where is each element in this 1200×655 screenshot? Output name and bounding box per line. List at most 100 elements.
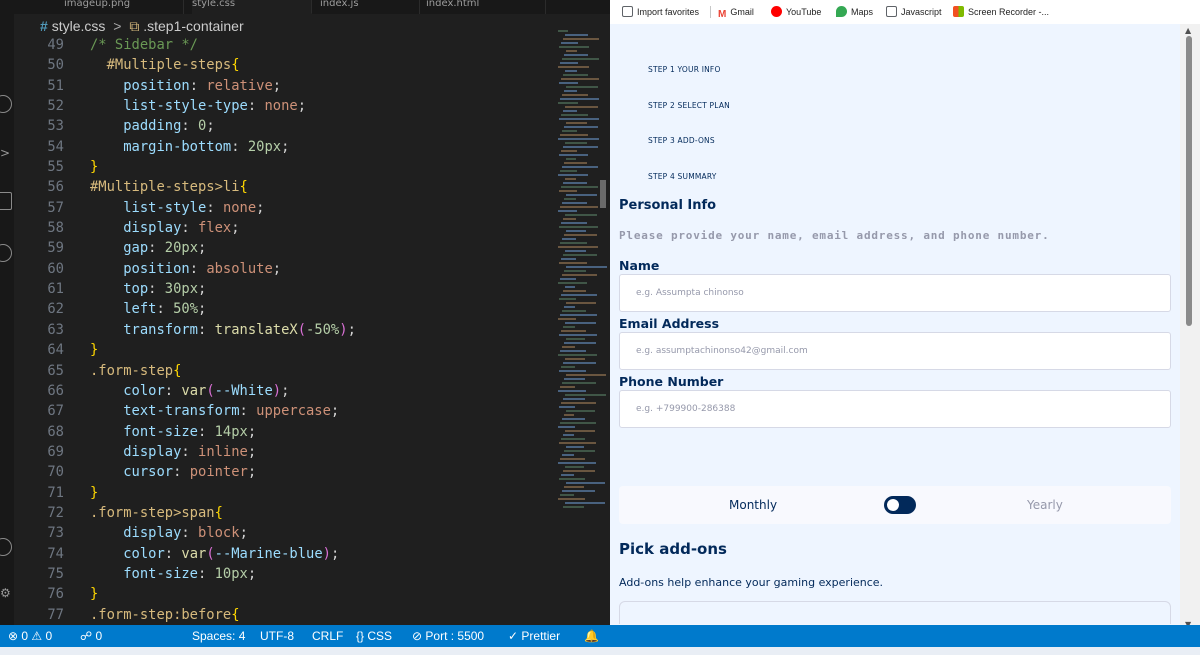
code-line[interactable]: 71} bbox=[14, 483, 554, 503]
code-line[interactable]: 73 display: block; bbox=[14, 523, 554, 543]
bookmark-youtube[interactable]: YouTube bbox=[771, 5, 821, 19]
code-line[interactable]: 58 display: flex; bbox=[14, 218, 554, 238]
code-line[interactable]: 57 list-style: none; bbox=[14, 198, 554, 218]
line-text[interactable]: .form-step>span{ bbox=[90, 503, 223, 523]
code-line[interactable]: 69 display: inline; bbox=[14, 442, 554, 462]
email-field[interactable] bbox=[619, 332, 1171, 370]
line-text[interactable]: top: 30px; bbox=[90, 279, 206, 299]
line-text[interactable]: } bbox=[90, 157, 98, 177]
code-line[interactable]: 50 #Multiple-steps{ bbox=[14, 55, 554, 75]
bookmark-import-favorites[interactable]: Import favorites bbox=[622, 5, 699, 19]
line-text[interactable]: } bbox=[90, 584, 98, 604]
line-text[interactable]: color: var(--Marine-blue); bbox=[90, 544, 339, 564]
indentation-indicator[interactable]: Spaces: 4 bbox=[192, 625, 245, 647]
code-line[interactable]: 70 cursor: pointer; bbox=[14, 462, 554, 482]
phone-input[interactable] bbox=[621, 392, 1169, 426]
line-text[interactable]: #Multiple-steps>li{ bbox=[90, 177, 248, 197]
remote-explorer-icon[interactable] bbox=[0, 244, 12, 262]
step-4[interactable]: STEP 4 SUMMARY bbox=[648, 172, 717, 181]
code-line[interactable]: 66 color: var(--White); bbox=[14, 381, 554, 401]
line-text[interactable]: .form-step:before{ bbox=[90, 605, 240, 625]
step-2[interactable]: STEP 2 SELECT PLAN bbox=[648, 101, 730, 110]
minimap-slider[interactable] bbox=[600, 180, 606, 208]
line-text[interactable]: position: relative; bbox=[90, 76, 281, 96]
code-line[interactable]: 76} bbox=[14, 584, 554, 604]
line-text[interactable]: .form-step{ bbox=[90, 361, 181, 381]
line-text[interactable]: font-size: 10px; bbox=[90, 564, 256, 584]
language-mode[interactable]: {} CSS bbox=[356, 625, 392, 647]
code-line[interactable]: 72 .form-step>span{ bbox=[14, 503, 554, 523]
line-text[interactable]: gap: 20px; bbox=[90, 238, 206, 258]
code-line[interactable]: 60 position: absolute; bbox=[14, 259, 554, 279]
bookmark-maps[interactable]: Maps bbox=[836, 5, 873, 19]
code-line[interactable]: 54 margin-bottom: 20px; bbox=[14, 137, 554, 157]
line-text[interactable]: cursor: pointer; bbox=[90, 462, 256, 482]
name-input[interactable] bbox=[621, 276, 1169, 310]
line-text[interactable]: padding: 0; bbox=[90, 116, 214, 136]
tab-index-js[interactable]: index.js bbox=[320, 0, 420, 14]
billing-toggle[interactable] bbox=[884, 496, 916, 514]
line-text[interactable]: display: block; bbox=[90, 523, 248, 543]
code-line[interactable]: 51 position: relative; bbox=[14, 76, 554, 96]
source-control-icon[interactable] bbox=[0, 95, 12, 113]
tab-index-html[interactable]: index.html bbox=[426, 0, 546, 14]
line-text[interactable]: text-transform: uppercase; bbox=[90, 401, 339, 421]
code-line[interactable]: 55} bbox=[14, 157, 554, 177]
code-line[interactable]: 65 .form-step{ bbox=[14, 361, 554, 381]
name-field[interactable] bbox=[619, 274, 1171, 312]
breadcrumb-selector[interactable]: .step1-container bbox=[143, 18, 243, 34]
eol-indicator[interactable]: CRLF bbox=[312, 625, 343, 647]
code-line[interactable]: 56 #Multiple-steps>li{ bbox=[14, 177, 554, 197]
line-text[interactable]: #Multiple-steps{ bbox=[90, 55, 240, 75]
page-vertical-scrollbar[interactable]: ▲ ▼ bbox=[1180, 24, 1200, 634]
code-line[interactable]: 61 top: 30px; bbox=[14, 279, 554, 299]
accounts-icon[interactable] bbox=[0, 538, 12, 556]
code-line[interactable]: 68 font-size: 14px; bbox=[14, 422, 554, 442]
code-line[interactable]: 64} bbox=[14, 340, 554, 360]
code-line[interactable]: 74 color: var(--Marine-blue); bbox=[14, 544, 554, 564]
line-text[interactable]: margin-bottom: 20px; bbox=[90, 137, 289, 157]
step-3[interactable]: STEP 3 ADD-ONS bbox=[648, 136, 715, 145]
settings-icon[interactable]: ⚙ bbox=[0, 586, 11, 600]
code-line[interactable]: 75 font-size: 10px; bbox=[14, 564, 554, 584]
bookmark-gmail[interactable]: M Gmail bbox=[718, 5, 754, 20]
billing-monthly[interactable]: Monthly bbox=[729, 498, 777, 512]
line-text[interactable]: /* Sidebar */ bbox=[90, 35, 198, 55]
bookmark-screen-recorder[interactable]: Screen Recorder -... bbox=[953, 5, 1049, 19]
email-input[interactable] bbox=[621, 334, 1169, 368]
line-text[interactable]: position: absolute; bbox=[90, 259, 281, 279]
line-text[interactable]: display: inline; bbox=[90, 442, 256, 462]
code-line[interactable]: 59 gap: 20px; bbox=[14, 238, 554, 258]
prettier-indicator[interactable]: ✓ Prettier bbox=[508, 625, 560, 647]
ports-indicator[interactable]: ☍ 0 bbox=[80, 625, 102, 647]
code-line[interactable]: 67 text-transform: uppercase; bbox=[14, 401, 554, 421]
line-text[interactable]: } bbox=[90, 340, 98, 360]
scrollbar-thumb[interactable] bbox=[1186, 36, 1192, 326]
line-text[interactable]: color: var(--White); bbox=[90, 381, 289, 401]
line-text[interactable]: list-style: none; bbox=[90, 198, 264, 218]
code-line[interactable]: 77 .form-step:before{ bbox=[14, 605, 554, 625]
tab-style-css[interactable]: style.css bbox=[192, 0, 312, 14]
code-editor[interactable]: imageup.png style.css index.js index.htm… bbox=[14, 0, 610, 625]
phone-field[interactable] bbox=[619, 390, 1171, 428]
code-line[interactable]: 52 list-style-type: none; bbox=[14, 96, 554, 116]
problems-indicator[interactable]: ⊗ 0 ⚠ 0 bbox=[8, 625, 52, 647]
bookmark-javascript[interactable]: Javascript bbox=[886, 5, 942, 19]
billing-yearly[interactable]: Yearly bbox=[1027, 498, 1063, 512]
line-text[interactable]: transform: translateX(-50%); bbox=[90, 320, 356, 340]
code-line[interactable]: 62 left: 50%; bbox=[14, 299, 554, 319]
minimap[interactable] bbox=[558, 30, 608, 520]
code-line[interactable]: 53 padding: 0; bbox=[14, 116, 554, 136]
line-text[interactable]: left: 50%; bbox=[90, 299, 206, 319]
code-line[interactable]: 63 transform: translateX(-50%); bbox=[14, 320, 554, 340]
code-lines[interactable]: 49/* Sidebar */50 #Multiple-steps{51 pos… bbox=[14, 35, 554, 625]
scroll-up-icon[interactable]: ▲ bbox=[1185, 26, 1191, 35]
addon-card[interactable] bbox=[619, 601, 1171, 624]
live-server-port[interactable]: ⊘ Port : 5500 bbox=[412, 625, 484, 647]
notifications-icon[interactable]: 🔔 bbox=[584, 625, 599, 647]
encoding-indicator[interactable]: UTF-8 bbox=[260, 625, 294, 647]
line-text[interactable]: list-style-type: none; bbox=[90, 96, 306, 116]
line-text[interactable]: } bbox=[90, 483, 98, 503]
extensions-icon[interactable] bbox=[0, 192, 12, 210]
tab-image[interactable]: imageup.png bbox=[64, 0, 184, 14]
